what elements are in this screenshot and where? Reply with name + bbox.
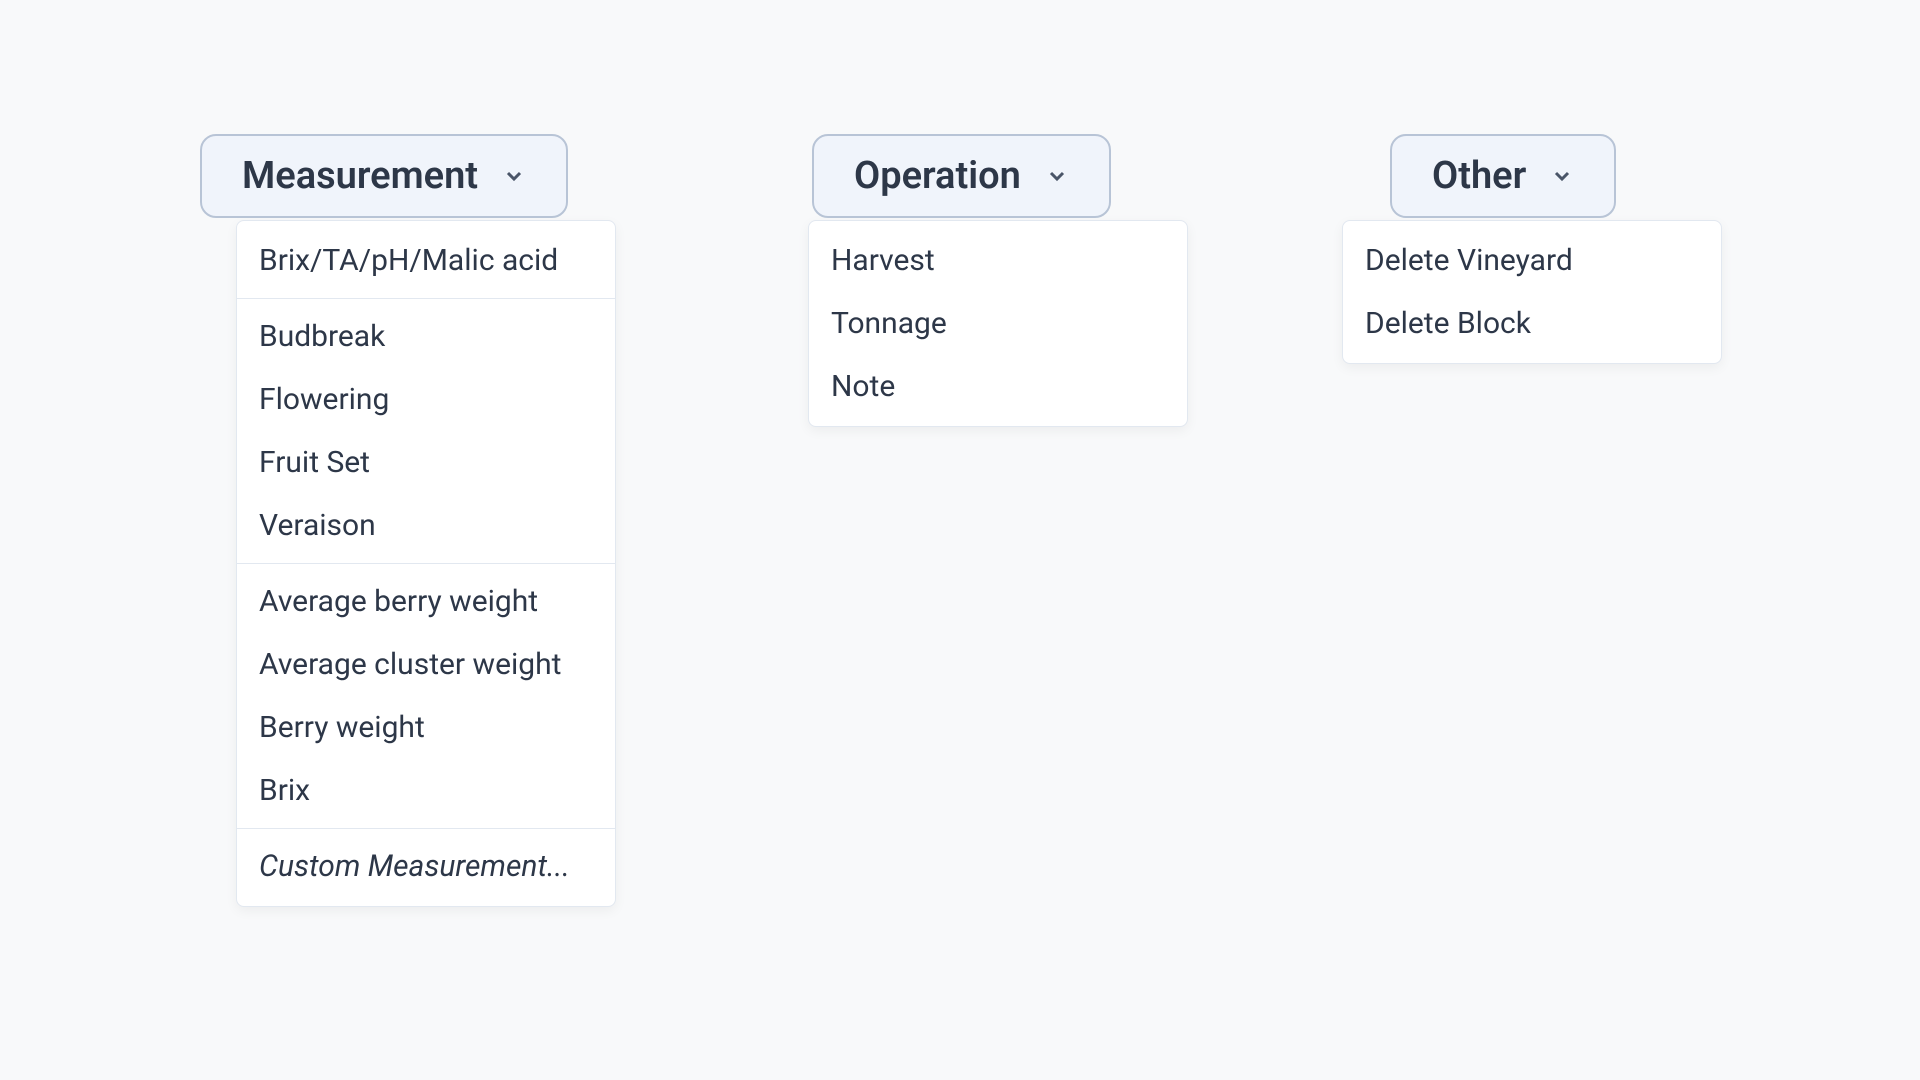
other-dropdown-menu: Delete Vineyard Delete Block <box>1342 220 1722 364</box>
menu-item[interactable]: Tonnage <box>809 292 1187 355</box>
menu-item[interactable]: Average cluster weight <box>237 633 615 696</box>
menu-item[interactable]: Veraison <box>237 494 615 557</box>
other-dropdown-group: Other Delete Vineyard Delete Block <box>1390 134 1722 364</box>
chevron-down-icon <box>1045 164 1069 188</box>
operation-dropdown-menu: Harvest Tonnage Note <box>808 220 1188 427</box>
operation-dropdown-label: Operation <box>854 154 1021 198</box>
menu-divider <box>237 828 615 829</box>
menu-item[interactable]: Delete Block <box>1343 292 1721 355</box>
menu-item[interactable]: Delete Vineyard <box>1343 229 1721 292</box>
operation-dropdown-group: Operation Harvest Tonnage Note <box>812 134 1188 427</box>
operation-dropdown-button[interactable]: Operation <box>812 134 1111 218</box>
menu-item[interactable]: Brix <box>237 759 615 822</box>
measurement-dropdown-button[interactable]: Measurement <box>200 134 568 218</box>
menu-item[interactable]: Harvest <box>809 229 1187 292</box>
measurement-dropdown-label: Measurement <box>242 154 478 198</box>
menu-item[interactable]: Fruit Set <box>237 431 615 494</box>
other-dropdown-label: Other <box>1432 154 1526 198</box>
menu-item[interactable]: Budbreak <box>237 305 615 368</box>
menu-item[interactable]: Berry weight <box>237 696 615 759</box>
menu-item-custom-measurement[interactable]: Custom Measurement... <box>237 835 615 898</box>
menu-item[interactable]: Brix/TA/pH/Malic acid <box>237 229 615 292</box>
menu-item[interactable]: Note <box>809 355 1187 418</box>
chevron-down-icon <box>1550 164 1574 188</box>
measurement-dropdown-group: Measurement Brix/TA/pH/Malic acid Budbre… <box>200 134 616 907</box>
menu-divider <box>237 298 615 299</box>
chevron-down-icon <box>502 164 526 188</box>
menu-item[interactable]: Average berry weight <box>237 570 615 633</box>
menu-item[interactable]: Flowering <box>237 368 615 431</box>
other-dropdown-button[interactable]: Other <box>1390 134 1616 218</box>
measurement-dropdown-menu: Brix/TA/pH/Malic acid Budbreak Flowering… <box>236 220 616 907</box>
menu-divider <box>237 563 615 564</box>
